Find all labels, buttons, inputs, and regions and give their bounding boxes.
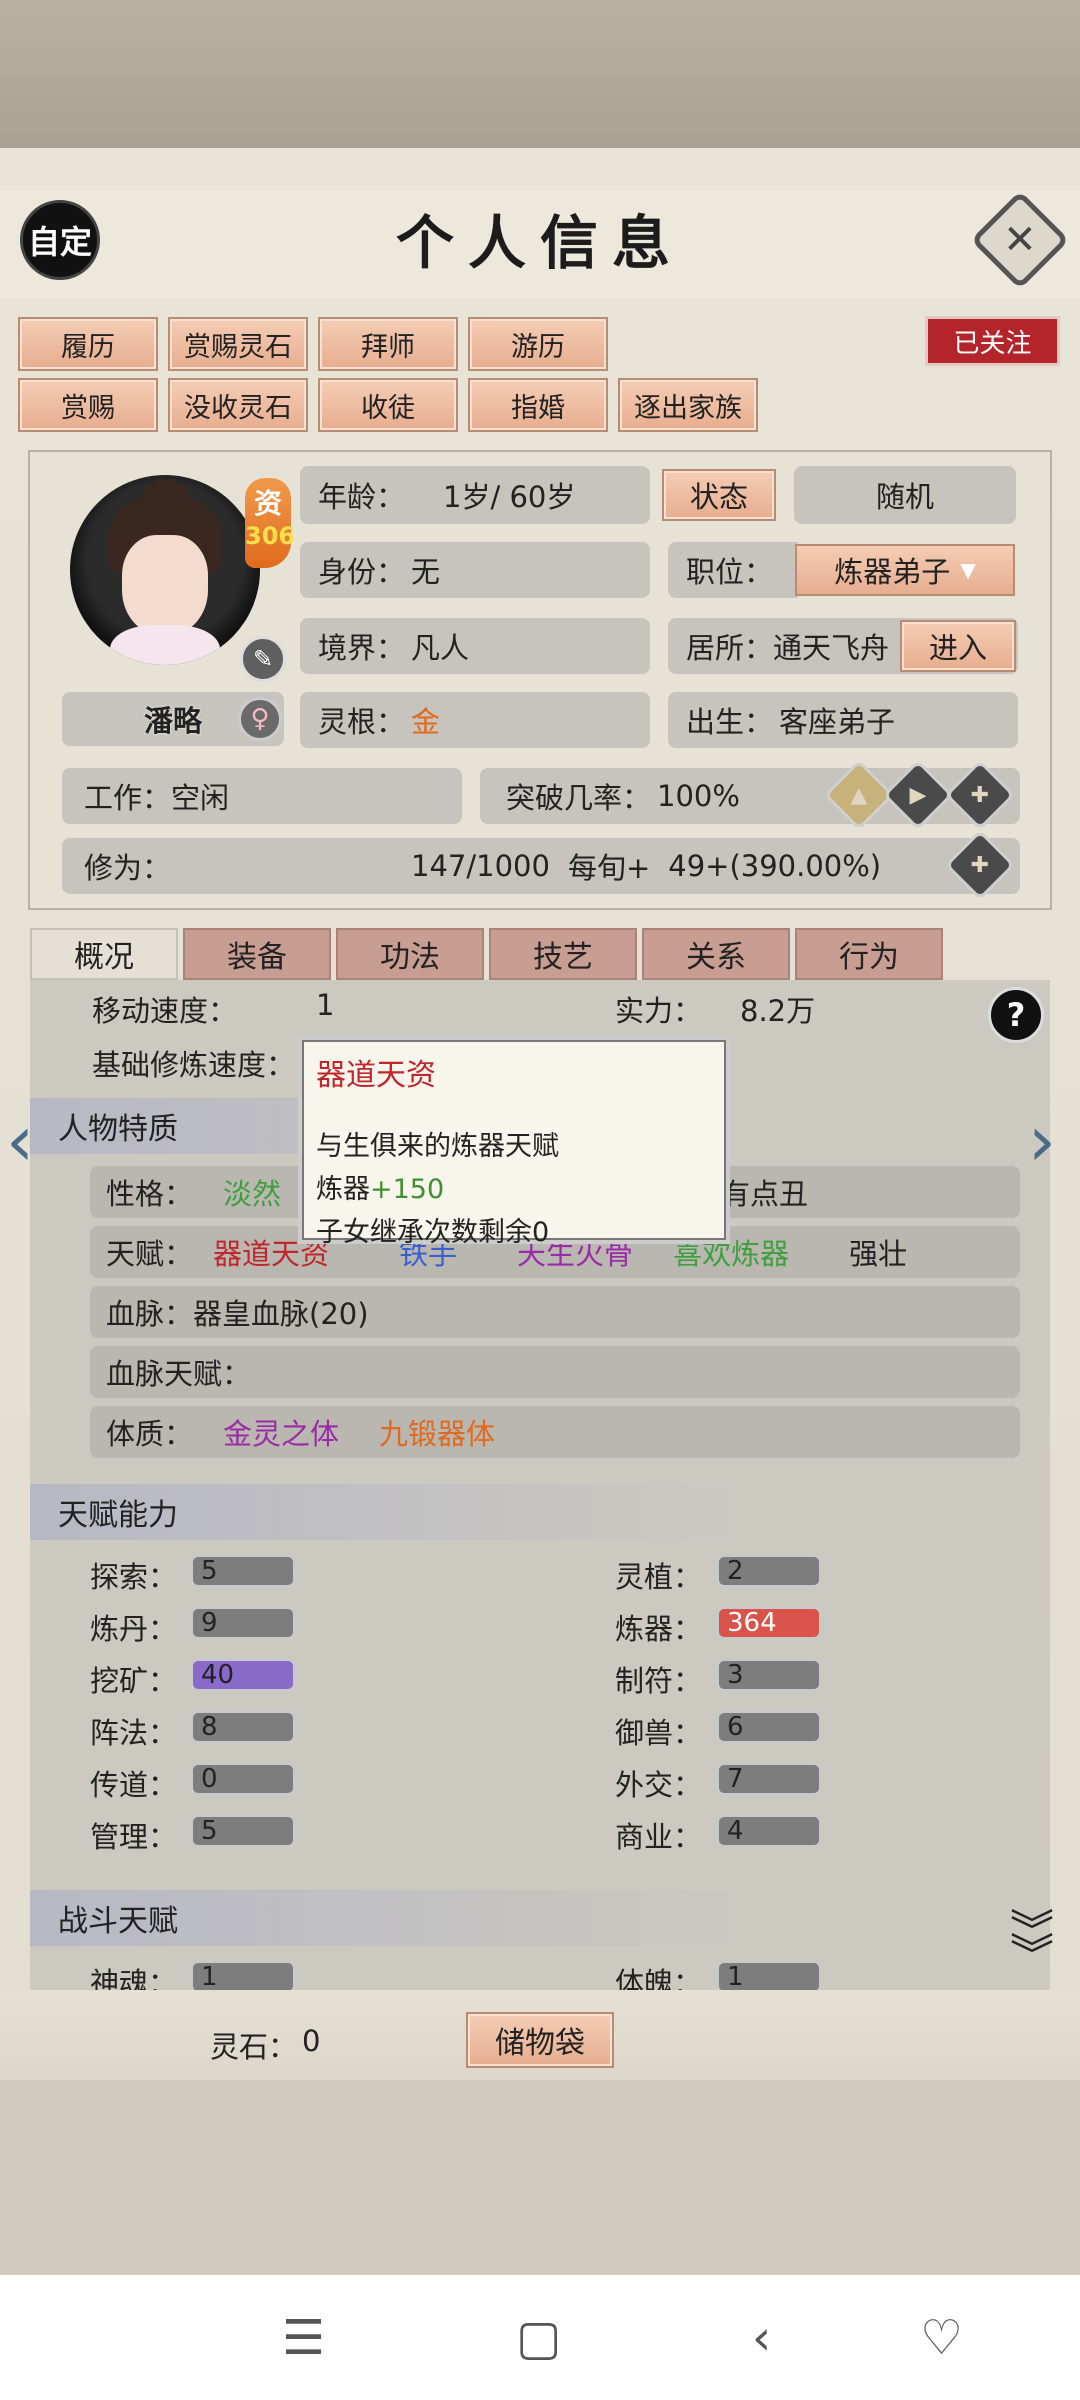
ability-bar: 0 [190, 1762, 296, 1796]
take-master-button[interactable]: 拜师 [318, 317, 458, 371]
take-disciple-button[interactable]: 收徒 [318, 378, 458, 432]
enter-button[interactable]: 进入 [900, 620, 1016, 672]
ability-bar: 2 [716, 1554, 822, 1588]
edit-icon[interactable]: ✎ [240, 636, 286, 682]
power-value: 8.2万 [740, 994, 816, 1028]
reward-stone-button[interactable]: 赏赐灵石 [168, 317, 308, 371]
ability-bar: 5 [190, 1814, 296, 1848]
next-arrow-icon[interactable]: › [1028, 1100, 1056, 1182]
ability-bar: 3 [716, 1658, 822, 1692]
close-icon: ✕ [1003, 216, 1037, 263]
storage-bag-button[interactable]: 储物袋 [466, 2012, 614, 2068]
avatar[interactable] [70, 475, 260, 665]
physique-row: 体质： 金灵之体 九锻器体 [90, 1406, 1020, 1458]
help-icon[interactable]: ? [988, 987, 1044, 1043]
tab-techniques[interactable]: 功法 [336, 928, 484, 980]
work-field: 工作： 空闲 [62, 768, 462, 824]
female-icon: ♀ [238, 697, 282, 741]
combat-section-header: 战斗天赋 [30, 1890, 1050, 1946]
cultivation-field: 修为： 147/1000 每旬+ 49+(390.00%) [62, 838, 1020, 894]
tooltip-inherit: 子女继承次数剩余0 [316, 1217, 550, 1248]
ability-label: 炼丹： [90, 1612, 178, 1646]
ability-label: 御兽： [615, 1716, 703, 1750]
travel-button[interactable]: 游历 [468, 317, 608, 371]
ability-bar: 5 [190, 1554, 296, 1588]
ability-label: 体魄： [615, 1966, 703, 1990]
scroll-down-icon[interactable]: ︾ ︾ [1010, 1910, 1054, 1978]
ability-label: 传道： [90, 1768, 178, 1802]
tab-actions[interactable]: 行为 [795, 928, 943, 980]
ability-bar: 1 [190, 1960, 296, 1990]
assistant-icon[interactable]: ♡ [920, 2310, 963, 2366]
reward-button[interactable]: 赏赐 [18, 378, 158, 432]
base-speed-label: 基础修炼速度： [92, 1048, 296, 1082]
ability-label: 探索： [90, 1560, 178, 1594]
bloodline-row: 血脉： 器皇血脉(20) [90, 1286, 1020, 1338]
bloodline-talent-row: 血脉天赋： [90, 1346, 1020, 1398]
menu-icon[interactable]: ☰ [282, 2310, 325, 2366]
decorative-top-band [0, 0, 1080, 148]
talent-tooltip: 器道天资 与生俱来的炼器天赋 炼器+150 子女继承次数剩余0 [302, 1040, 726, 1248]
realm-field: 境界： 凡人 [300, 618, 650, 674]
chevron-down-icon: ▼ [960, 558, 976, 582]
move-speed-value: 1 [316, 988, 335, 1022]
move-speed-label: 移动速度： [92, 994, 238, 1028]
spirit-stone-value: 0 [302, 2024, 321, 2058]
ability-label: 挖矿： [90, 1664, 178, 1698]
ability-bar: 364 [716, 1606, 822, 1640]
ability-label: 管理： [90, 1820, 178, 1854]
talent-tag[interactable]: 强壮 [849, 1231, 907, 1273]
ability-bar: 1 [716, 1960, 822, 1990]
ability-label: 商业： [615, 1820, 703, 1854]
ability-bar: 40 [190, 1658, 296, 1692]
ability-label: 灵植： [615, 1560, 703, 1594]
aptitude-badge: 资 306 [245, 478, 295, 568]
prev-arrow-icon[interactable]: ‹ [6, 1100, 34, 1182]
tab-relations[interactable]: 关系 [642, 928, 790, 980]
followed-badge[interactable]: 已关注 [925, 316, 1060, 366]
ability-bar: 8 [190, 1710, 296, 1744]
spirit-root-field: 灵根：金 [300, 692, 650, 748]
ability-bar: 7 [716, 1762, 822, 1796]
spirit-stone-label: 灵石： [210, 2030, 298, 2064]
power-label: 实力： [615, 994, 703, 1028]
random-button[interactable]: 随机 [794, 466, 1016, 524]
tooltip-title: 器道天资 [316, 1058, 436, 1093]
ability-label: 炼器： [615, 1612, 703, 1646]
abilities-section-header: 天赋能力 [30, 1484, 1050, 1540]
age-field: 年龄： 1岁/ 60岁 [300, 466, 650, 524]
home-icon[interactable]: ▢ [516, 2310, 561, 2366]
ability-bar: 6 [716, 1710, 822, 1744]
back-icon[interactable]: ‹ [752, 2310, 771, 2366]
job-select[interactable]: 炼器弟子 ▼ [795, 544, 1015, 596]
ability-label: 外交： [615, 1768, 703, 1802]
ability-label: 神魂： [90, 1966, 178, 1990]
expel-button[interactable]: 逐出家族 [618, 378, 758, 432]
job-label: 职位： [668, 542, 798, 598]
tooltip-bonus: 炼器+150 [316, 1174, 445, 1205]
origin-field: 出生： 客座弟子 [668, 692, 1018, 748]
identity-field: 身份：无 [300, 542, 650, 598]
ability-bar: 4 [716, 1814, 822, 1848]
combat-row-clip: 神魂： 1 体魄： 1 [30, 1950, 1050, 1990]
tab-skills[interactable]: 技艺 [489, 928, 637, 980]
arrange-marriage-button[interactable]: 指婚 [468, 378, 608, 432]
ability-label: 阵法： [90, 1716, 178, 1750]
state-button[interactable]: 状态 [662, 469, 776, 521]
tab-equipment[interactable]: 装备 [183, 928, 331, 980]
ability-bar: 9 [190, 1606, 296, 1640]
tab-overview[interactable]: 概况 [30, 928, 178, 980]
ability-label: 制符： [615, 1664, 703, 1698]
history-button[interactable]: 履历 [18, 317, 158, 371]
page-title: 个人信息 [395, 209, 684, 277]
confiscate-stone-button[interactable]: 没收灵石 [168, 378, 308, 432]
tooltip-desc: 与生俱来的炼器天赋 [316, 1131, 559, 1162]
